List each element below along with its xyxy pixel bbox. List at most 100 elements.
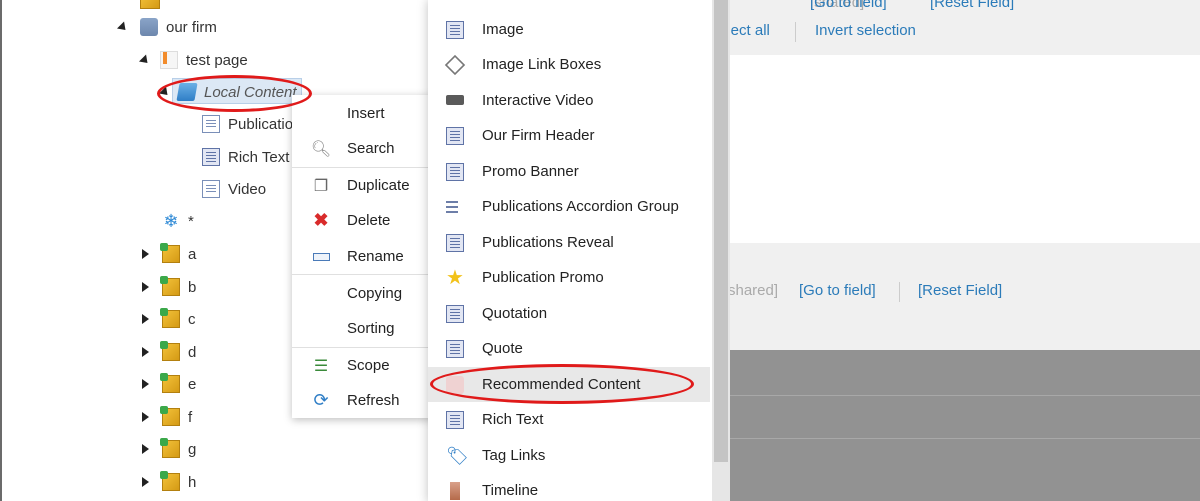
tree-item-folder[interactable]: d [142,339,196,365]
box-icon [160,373,180,393]
tree-item-label: f [188,408,193,426]
menu-item-copying[interactable]: Copying [292,276,432,311]
menu-item-insert[interactable]: Insert [292,96,432,131]
search-icon: 🔍︎ [310,140,332,158]
menu-item-label: Delete [347,212,391,229]
refresh-icon: ⟳ [313,390,329,410]
reset-field-link-mid[interactable]: [Reset Field] [918,282,1002,299]
separator [795,22,796,42]
expand-arrow-icon[interactable] [142,412,149,422]
video-icon [446,95,464,105]
box-icon [160,471,180,491]
page-icon [160,51,178,69]
annotation-circle-local-content [157,75,312,112]
tree-item-folder[interactable]: h [142,469,196,495]
submenu-item-our-firm-header[interactable]: Our Firm Header [428,118,710,153]
scrollbar-thumb[interactable] [714,0,728,462]
box-icon [160,438,180,458]
submenu-item-image-link-boxes[interactable]: Image Link Boxes [428,47,710,82]
tree-item-test-page[interactable]: test page [138,47,248,73]
content-editor-panel: [shared]: [Go to field] [Reset Field] el… [712,0,1200,501]
tree-item-label: c [188,310,196,328]
expand-arrow-icon[interactable] [116,20,130,34]
tree-item-publication[interactable]: Publicatio [202,111,293,137]
menu-item-label: Search [347,140,395,157]
tree-item-our-firm[interactable]: our firm [116,14,217,40]
tree-item-folder[interactable]: b [142,274,196,300]
tree-item-label: e [188,375,197,393]
editor-field-area [712,55,1200,243]
tree-item-video[interactable]: Video [202,176,266,202]
submenu-item-publications-accordion-group[interactable]: Publications Accordion Group [428,189,710,224]
submenu-item-tag-links[interactable]: 🏷︎ Tag Links [428,438,710,473]
menu-item-refresh[interactable]: ⟳ Refresh [292,383,432,418]
submenu-item-quote[interactable]: Quote [428,331,710,366]
submenu-scrollbar[interactable] [712,0,730,501]
menu-item-delete[interactable]: ✖ Delete [292,203,432,238]
menu-item-rename[interactable]: Rename [292,239,432,274]
menu-item-label: Sorting [347,320,395,337]
submenu-item-quotation[interactable]: Quotation [428,296,710,331]
box-icon [140,0,160,9]
box-icon [160,308,180,328]
tree-item-partial [140,0,168,14]
document-icon [446,126,464,145]
tree-item-label: d [188,343,197,361]
tree-item-wildcard[interactable]: ❄ * [162,208,194,234]
submenu-item-rich-text[interactable]: Rich Text [428,402,710,437]
menu-item-duplicate[interactable]: ❐ Duplicate [292,168,432,203]
submenu-item-image[interactable]: Image [428,12,710,47]
expand-arrow-icon[interactable] [142,379,149,389]
reset-field-link-top[interactable]: [Reset Field] [930,0,1014,11]
submenu-item-label: Rich Text [482,411,544,428]
submenu-item-promo-banner[interactable]: Promo Banner [428,154,710,189]
menu-item-label: Insert [347,105,385,122]
submenu-item-label: Our Firm Header [482,127,595,144]
tree-item-folder[interactable]: f [142,404,192,430]
divider [712,438,1200,439]
editor-disabled-area [712,350,1200,501]
submenu-item-publications-reveal[interactable]: Publications Reveal [428,225,710,260]
separator [899,282,900,302]
tree-item-label: a [188,245,197,263]
submenu-item-label: Interactive Video [482,92,594,109]
document-icon [446,410,464,429]
expand-arrow-icon[interactable] [142,444,149,454]
box-icon [160,276,180,296]
menu-item-scope[interactable]: ☰ Scope [292,348,432,383]
menu-separator [292,274,432,275]
tree-item-folder[interactable]: c [142,306,196,332]
tree-item-rich-text[interactable]: Rich Text [202,144,289,170]
duplicate-icon: ❐ [313,177,329,195]
expand-arrow-icon[interactable] [142,249,149,259]
tree-item-label: Publicatio [228,115,294,133]
expand-arrow-icon[interactable] [142,477,149,487]
rich-text-icon [202,148,220,166]
submenu-item-label: Tag Links [482,447,546,464]
expand-arrow-icon[interactable] [142,282,149,292]
go-to-field-link-top[interactable]: [Go to field] [810,0,887,11]
submenu-item-publication-promo[interactable]: ★ Publication Promo [428,260,710,295]
menu-item-search[interactable]: 🔍︎ Search [292,131,432,166]
snowflake-icon: ❄ [163,211,179,231]
menu-item-sorting[interactable]: Sorting [292,311,432,346]
expand-arrow-icon[interactable] [138,53,152,67]
document-icon [446,233,464,252]
tree-item-folder[interactable]: e [142,371,196,397]
submenu-item-interactive-video[interactable]: Interactive Video [428,83,710,118]
submenu-item-label: Quote [482,340,523,357]
divider [712,395,1200,396]
menu-item-label: Duplicate [347,177,410,194]
submenu-item-label: Image [482,21,524,38]
expand-arrow-icon[interactable] [142,314,149,324]
timeline-icon [450,481,460,500]
go-to-field-link-mid[interactable]: [Go to field] [799,282,876,299]
tree-item-label: * [188,212,194,230]
tree-item-folder[interactable]: a [142,241,196,267]
invert-selection-link[interactable]: Invert selection [815,22,916,39]
submenu-item-timeline[interactable]: Timeline [428,473,710,501]
database-icon [140,18,158,36]
expand-arrow-icon[interactable] [142,347,149,357]
insert-submenu: Image Image Link Boxes Interactive Video… [428,0,730,501]
tree-item-folder[interactable]: g [142,436,196,462]
